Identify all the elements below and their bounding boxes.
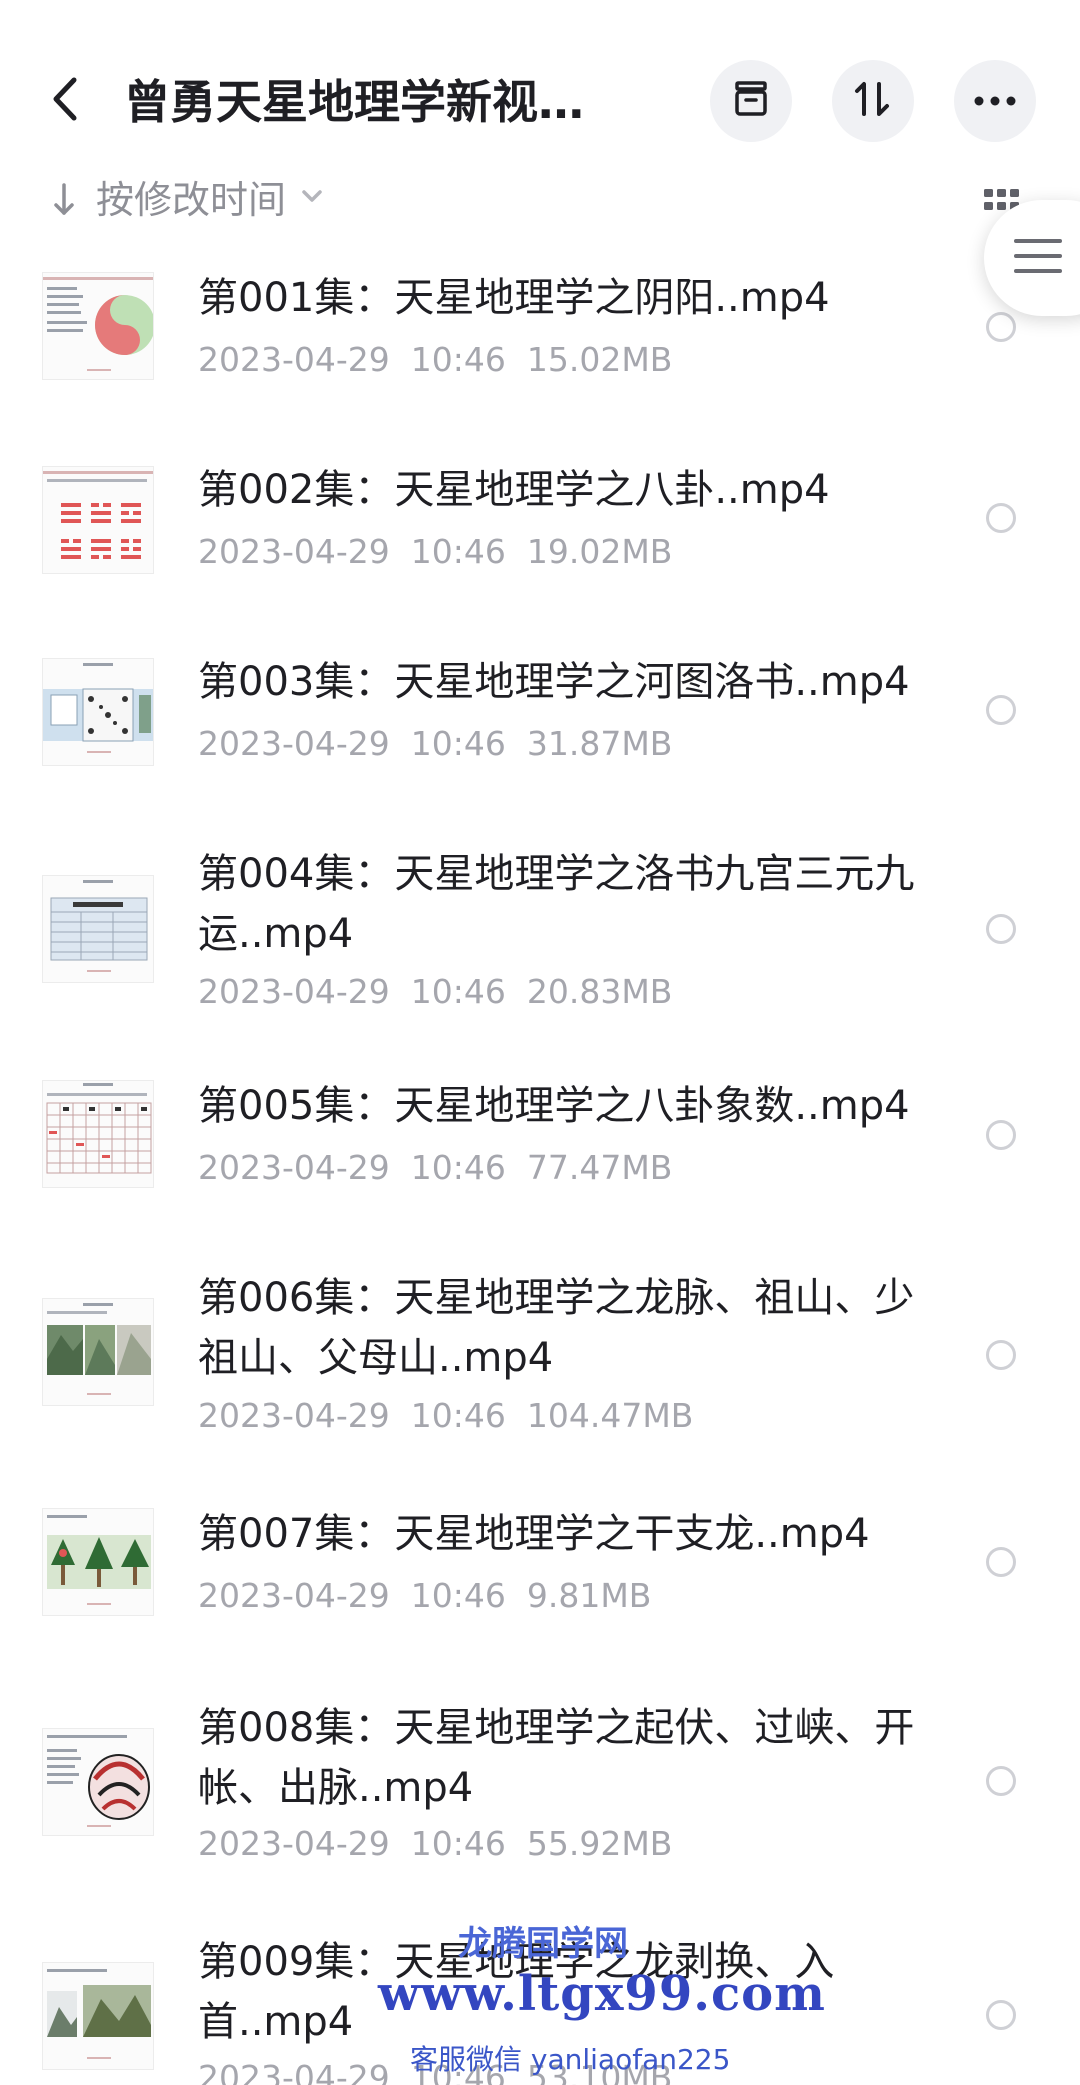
file-size: 15.02MB bbox=[526, 340, 673, 379]
file-date: 2023-04-29 bbox=[198, 724, 390, 763]
video-thumbnail bbox=[42, 1728, 154, 1836]
file-time: 10:46 bbox=[410, 724, 506, 763]
top-bar: 曾勇天星地理学新视频... bbox=[0, 0, 1080, 170]
file-name: 第004集：天星地理学之洛书九宫三元九运..mp4 bbox=[198, 851, 915, 957]
file-meta: 2023-04-29 10:46 104.47MB bbox=[198, 1394, 693, 1438]
select-radio[interactable] bbox=[986, 695, 1016, 725]
file-name: 第005集：天星地理学之八卦象数..mp4 bbox=[198, 1083, 910, 1129]
file-size: 55.92MB bbox=[526, 1824, 673, 1863]
video-thumbnail bbox=[42, 1080, 154, 1188]
archive-icon bbox=[731, 79, 771, 123]
page-title: 曾勇天星地理学新视频... bbox=[124, 75, 624, 129]
file-size: 19.02MB bbox=[526, 532, 673, 571]
file-date: 2023-04-29 bbox=[198, 1824, 390, 1863]
back-arrow-icon bbox=[50, 76, 80, 126]
watermark-url: www.ltgx99.com bbox=[378, 1966, 826, 2022]
file-date: 2023-04-29 bbox=[198, 972, 390, 1011]
hamburger-icon bbox=[1014, 236, 1062, 280]
file-time: 10:46 bbox=[410, 1396, 506, 1435]
file-size: 77.47MB bbox=[526, 1148, 673, 1187]
watermark-contact: 客服微信 yanliaofan225 bbox=[410, 2043, 731, 2076]
file-time: 10:46 bbox=[410, 1576, 506, 1615]
file-date: 2023-04-29 bbox=[198, 1148, 390, 1187]
file-date: 2023-04-29 bbox=[198, 1396, 390, 1435]
select-radio[interactable] bbox=[986, 914, 1016, 944]
watermark-site-name: 龙腾国学网 bbox=[458, 1924, 628, 1964]
sort-order-button[interactable] bbox=[832, 60, 914, 142]
select-radio[interactable] bbox=[986, 1340, 1016, 1370]
file-date: 2023-04-29 bbox=[198, 1576, 390, 1615]
file-name: 第007集：天星地理学之干支龙..mp4 bbox=[198, 1511, 870, 1557]
video-thumbnail bbox=[42, 466, 154, 574]
file-size: 9.81MB bbox=[526, 1576, 652, 1615]
file-meta: 2023-04-29 10:46 77.47MB bbox=[198, 1146, 672, 1190]
video-thumbnail bbox=[42, 272, 154, 380]
file-date: 2023-04-29 bbox=[198, 340, 390, 379]
sort-direction-icon bbox=[50, 182, 78, 222]
file-date: 2023-04-29 bbox=[198, 532, 390, 571]
more-button[interactable] bbox=[954, 60, 1036, 142]
file-time: 10:46 bbox=[410, 1824, 506, 1863]
file-meta: 2023-04-29 10:46 20.83MB bbox=[198, 970, 672, 1014]
file-size: 104.47MB bbox=[526, 1396, 694, 1435]
file-size: 31.87MB bbox=[526, 724, 673, 763]
select-radio[interactable] bbox=[986, 1120, 1016, 1150]
file-time: 10:46 bbox=[410, 340, 506, 379]
video-thumbnail bbox=[42, 1508, 154, 1616]
sort-order-icon bbox=[851, 79, 895, 123]
select-radio[interactable] bbox=[986, 1766, 1016, 1796]
file-meta: 2023-04-29 10:46 19.02MB bbox=[198, 530, 672, 574]
video-thumbnail bbox=[42, 875, 154, 983]
file-name: 第006集：天星地理学之龙脉、祖山、少祖山、父母山..mp4 bbox=[198, 1275, 915, 1381]
select-radio[interactable] bbox=[986, 2000, 1016, 2030]
file-time: 10:46 bbox=[410, 1148, 506, 1187]
video-thumbnail bbox=[42, 1298, 154, 1406]
file-name: 第001集：天星地理学之阴阳..mp4 bbox=[198, 275, 830, 321]
video-thumbnail bbox=[42, 1962, 154, 2070]
sort-label[interactable]: 按修改时间 bbox=[96, 172, 286, 228]
file-time: 10:46 bbox=[410, 972, 506, 1011]
more-icon bbox=[973, 92, 1017, 111]
archive-button[interactable] bbox=[710, 60, 792, 142]
file-meta: 2023-04-29 10:46 31.87MB bbox=[198, 722, 672, 766]
select-radio[interactable] bbox=[986, 1547, 1016, 1577]
file-date: 2023-04-29 bbox=[198, 2058, 390, 2085]
file-meta: 2023-04-29 10:46 15.02MB bbox=[198, 338, 672, 382]
file-meta: 2023-04-29 10:46 55.92MB bbox=[198, 1822, 672, 1866]
file-time: 10:46 bbox=[410, 532, 506, 571]
file-meta: 2023-04-29 10:46 9.81MB bbox=[198, 1574, 651, 1618]
video-thumbnail bbox=[42, 658, 154, 766]
select-radio[interactable] bbox=[986, 312, 1016, 342]
back-button[interactable] bbox=[40, 68, 90, 134]
sort-bar[interactable]: 按修改时间 bbox=[0, 170, 1080, 230]
file-size: 20.83MB bbox=[526, 972, 673, 1011]
file-name: 第008集：天星地理学之起伏、过峡、开帐、出脉..mp4 bbox=[198, 1705, 915, 1811]
file-name: 第002集：天星地理学之八卦..mp4 bbox=[198, 467, 830, 513]
file-name: 第003集：天星地理学之河图洛书..mp4 bbox=[198, 659, 910, 705]
select-radio[interactable] bbox=[986, 503, 1016, 533]
chevron-down-icon bbox=[300, 188, 324, 208]
